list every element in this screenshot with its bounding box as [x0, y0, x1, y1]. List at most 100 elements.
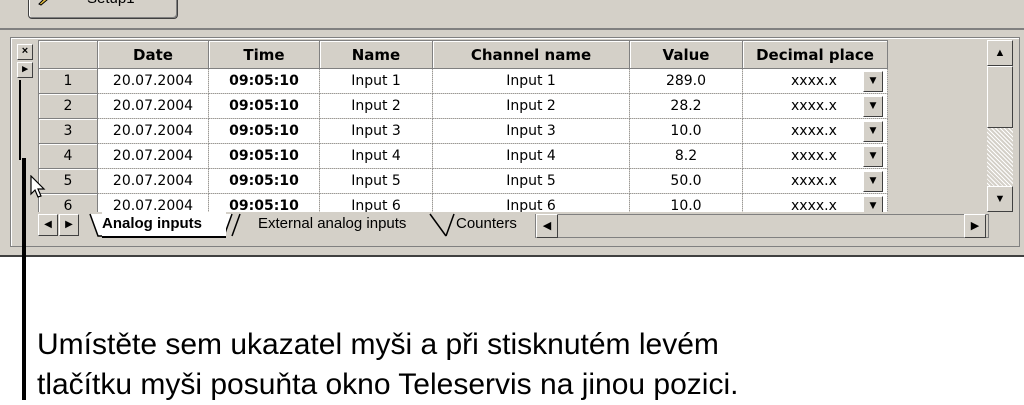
- date-cell[interactable]: 20.07.2004: [97, 168, 209, 194]
- value-cell[interactable]: 10.0: [629, 118, 743, 144]
- row-number-cell-text: 2: [63, 98, 73, 114]
- channel-name-cell-text: Input 4: [506, 148, 556, 164]
- value-cell[interactable]: 8.2: [629, 143, 743, 169]
- name-cell[interactable]: Input 6: [319, 193, 433, 212]
- decimal-place-cell-text: xxxx.x: [791, 173, 837, 189]
- date-cell[interactable]: 20.07.2004: [97, 193, 209, 212]
- row-number-cell[interactable]: 5: [38, 168, 98, 194]
- time-cell-text: 09:05:10: [229, 173, 299, 189]
- tab-external-analog-inputs[interactable]: External analog inputs: [258, 212, 436, 236]
- table-row[interactable]: 4 20.07.2004 09:05:10 Input 4 Input 4 8.2 xxxx…: [38, 143, 888, 169]
- close-icon[interactable]: ×: [17, 44, 33, 60]
- dropdown-arrow-icon[interactable]: ▼: [863, 171, 883, 192]
- row-number-cell-text: 1: [63, 73, 73, 89]
- instruction-line-1: Umístěte sem ukazatel myši a při stisknu…: [37, 328, 719, 361]
- table-row[interactable]: 6 20.07.2004 09:05:10 Input 6 Input 6 10.0 xxx…: [38, 193, 888, 212]
- value-cell[interactable]: 28.2: [629, 93, 743, 119]
- row-number-cell[interactable]: 1: [38, 68, 98, 94]
- date-cell-text: 20.07.2004: [112, 148, 194, 164]
- vertical-scrollbar[interactable]: ▲ ▼: [987, 40, 1013, 212]
- table-row[interactable]: 1 20.07.2004 09:05:10 Input 1 Input 1 289.0 xx…: [38, 68, 888, 94]
- decimal-place-cell[interactable]: xxxx.x ▼: [742, 93, 888, 119]
- time-cell[interactable]: 09:05:10: [208, 93, 320, 119]
- name-cell-text: Input 6: [351, 198, 401, 212]
- decimal-place-cell[interactable]: xxxx.x ▼: [742, 168, 888, 194]
- value-cell[interactable]: 289.0: [629, 68, 743, 94]
- channel-name-cell[interactable]: Input 5: [432, 168, 630, 194]
- setup-button-label: Setup1: [87, 0, 135, 12]
- value-cell[interactable]: 50.0: [629, 168, 743, 194]
- channel-name-cell[interactable]: Input 3: [432, 118, 630, 144]
- time-cell-text: 09:05:10: [229, 148, 299, 164]
- scroll-right-icon[interactable]: ▶: [964, 214, 986, 238]
- header-time[interactable]: Time: [208, 40, 320, 69]
- header-row-number[interactable]: [38, 40, 98, 69]
- tab-counters[interactable]: Counters: [456, 212, 534, 236]
- decimal-place-cell[interactable]: xxxx.x ▼: [742, 143, 888, 169]
- channel-name-cell[interactable]: Input 6: [432, 193, 630, 212]
- dropdown-arrow-icon[interactable]: ▼: [863, 121, 883, 142]
- header-name[interactable]: Name: [319, 40, 433, 69]
- time-cell[interactable]: 09:05:10: [208, 168, 320, 194]
- name-cell-text: Input 4: [351, 148, 401, 164]
- drag-grip[interactable]: [19, 80, 29, 160]
- table-row[interactable]: 3 20.07.2004 09:05:10 Input 3 Input 3 10.0 xxx…: [38, 118, 888, 144]
- decimal-place-cell[interactable]: xxxx.x ▼: [742, 118, 888, 144]
- header-decimal-place[interactable]: Decimal place: [742, 40, 888, 69]
- toolbar-divider: [0, 28, 1024, 30]
- name-cell[interactable]: Input 4: [319, 143, 433, 169]
- date-cell-text: 20.07.2004: [112, 123, 194, 139]
- time-cell[interactable]: 09:05:10: [208, 193, 320, 212]
- dropdown-arrow-icon[interactable]: ▼: [863, 146, 883, 167]
- time-cell[interactable]: 09:05:10: [208, 118, 320, 144]
- row-number-cell[interactable]: 6: [38, 193, 98, 212]
- channel-name-cell[interactable]: Input 2: [432, 93, 630, 119]
- table-row[interactable]: 2 20.07.2004 09:05:10 Input 2 Input 2 28.2 xxx…: [38, 93, 888, 119]
- time-cell[interactable]: 09:05:10: [208, 143, 320, 169]
- dropdown-arrow-icon[interactable]: ▼: [863, 71, 883, 92]
- date-cell[interactable]: 20.07.2004: [97, 93, 209, 119]
- row-number-cell[interactable]: 4: [38, 143, 98, 169]
- header-channel-name[interactable]: Channel name: [432, 40, 630, 69]
- channel-name-cell[interactable]: Input 1: [432, 68, 630, 94]
- time-cell-text: 09:05:10: [229, 123, 299, 139]
- dock-icon[interactable]: ▸: [17, 62, 33, 78]
- name-cell[interactable]: Input 1: [319, 68, 433, 94]
- scroll-left-icon[interactable]: ◀: [536, 214, 558, 238]
- date-cell-text: 20.07.2004: [112, 173, 194, 189]
- name-cell[interactable]: Input 3: [319, 118, 433, 144]
- teleservis-window: Setup1 × ▸ Date Time Name Channel name V…: [0, 0, 1024, 257]
- dropdown-arrow-icon[interactable]: ▼: [863, 196, 883, 212]
- decimal-place-cell-text: xxxx.x: [791, 148, 837, 164]
- horizontal-scrollbar[interactable]: ◀ ▶: [535, 214, 989, 238]
- name-cell-text: Input 2: [351, 98, 401, 114]
- value-cell-text: 8.2: [674, 148, 698, 164]
- name-cell[interactable]: Input 2: [319, 93, 433, 119]
- dropdown-arrow-icon[interactable]: ▼: [863, 96, 883, 117]
- decimal-place-cell[interactable]: xxxx.x ▼: [742, 193, 888, 212]
- decimal-place-cell-text: xxxx.x: [791, 98, 837, 114]
- table-row[interactable]: 5 20.07.2004 09:05:10 Input 5 Input 5 50.0 xxx…: [38, 168, 888, 194]
- vertical-scroll-thumb[interactable]: [987, 66, 1013, 128]
- row-number-cell[interactable]: 2: [38, 93, 98, 119]
- time-cell-text: 09:05:10: [229, 73, 299, 89]
- row-number-cell[interactable]: 3: [38, 118, 98, 144]
- setup-button[interactable]: Setup1: [28, 0, 178, 19]
- time-cell[interactable]: 09:05:10: [208, 68, 320, 94]
- value-cell[interactable]: 10.0: [629, 193, 743, 212]
- name-cell[interactable]: Input 5: [319, 168, 433, 194]
- date-cell[interactable]: 20.07.2004: [97, 143, 209, 169]
- header-value[interactable]: Value: [629, 40, 743, 69]
- header-date[interactable]: Date: [97, 40, 209, 69]
- tab-analog-inputs[interactable]: Analog inputs: [102, 212, 226, 238]
- channel-name-cell[interactable]: Input 4: [432, 143, 630, 169]
- value-cell-text: 10.0: [670, 198, 702, 212]
- scroll-up-icon[interactable]: ▲: [987, 40, 1013, 66]
- scroll-down-icon[interactable]: ▼: [987, 186, 1013, 212]
- decimal-place-cell[interactable]: xxxx.x ▼: [742, 68, 888, 94]
- date-cell[interactable]: 20.07.2004: [97, 118, 209, 144]
- name-cell-text: Input 5: [351, 173, 401, 189]
- channel-name-cell-text: Input 6: [506, 198, 556, 212]
- table-viewport: Date Time Name Channel name Value Decima…: [38, 40, 988, 212]
- date-cell[interactable]: 20.07.2004: [97, 68, 209, 94]
